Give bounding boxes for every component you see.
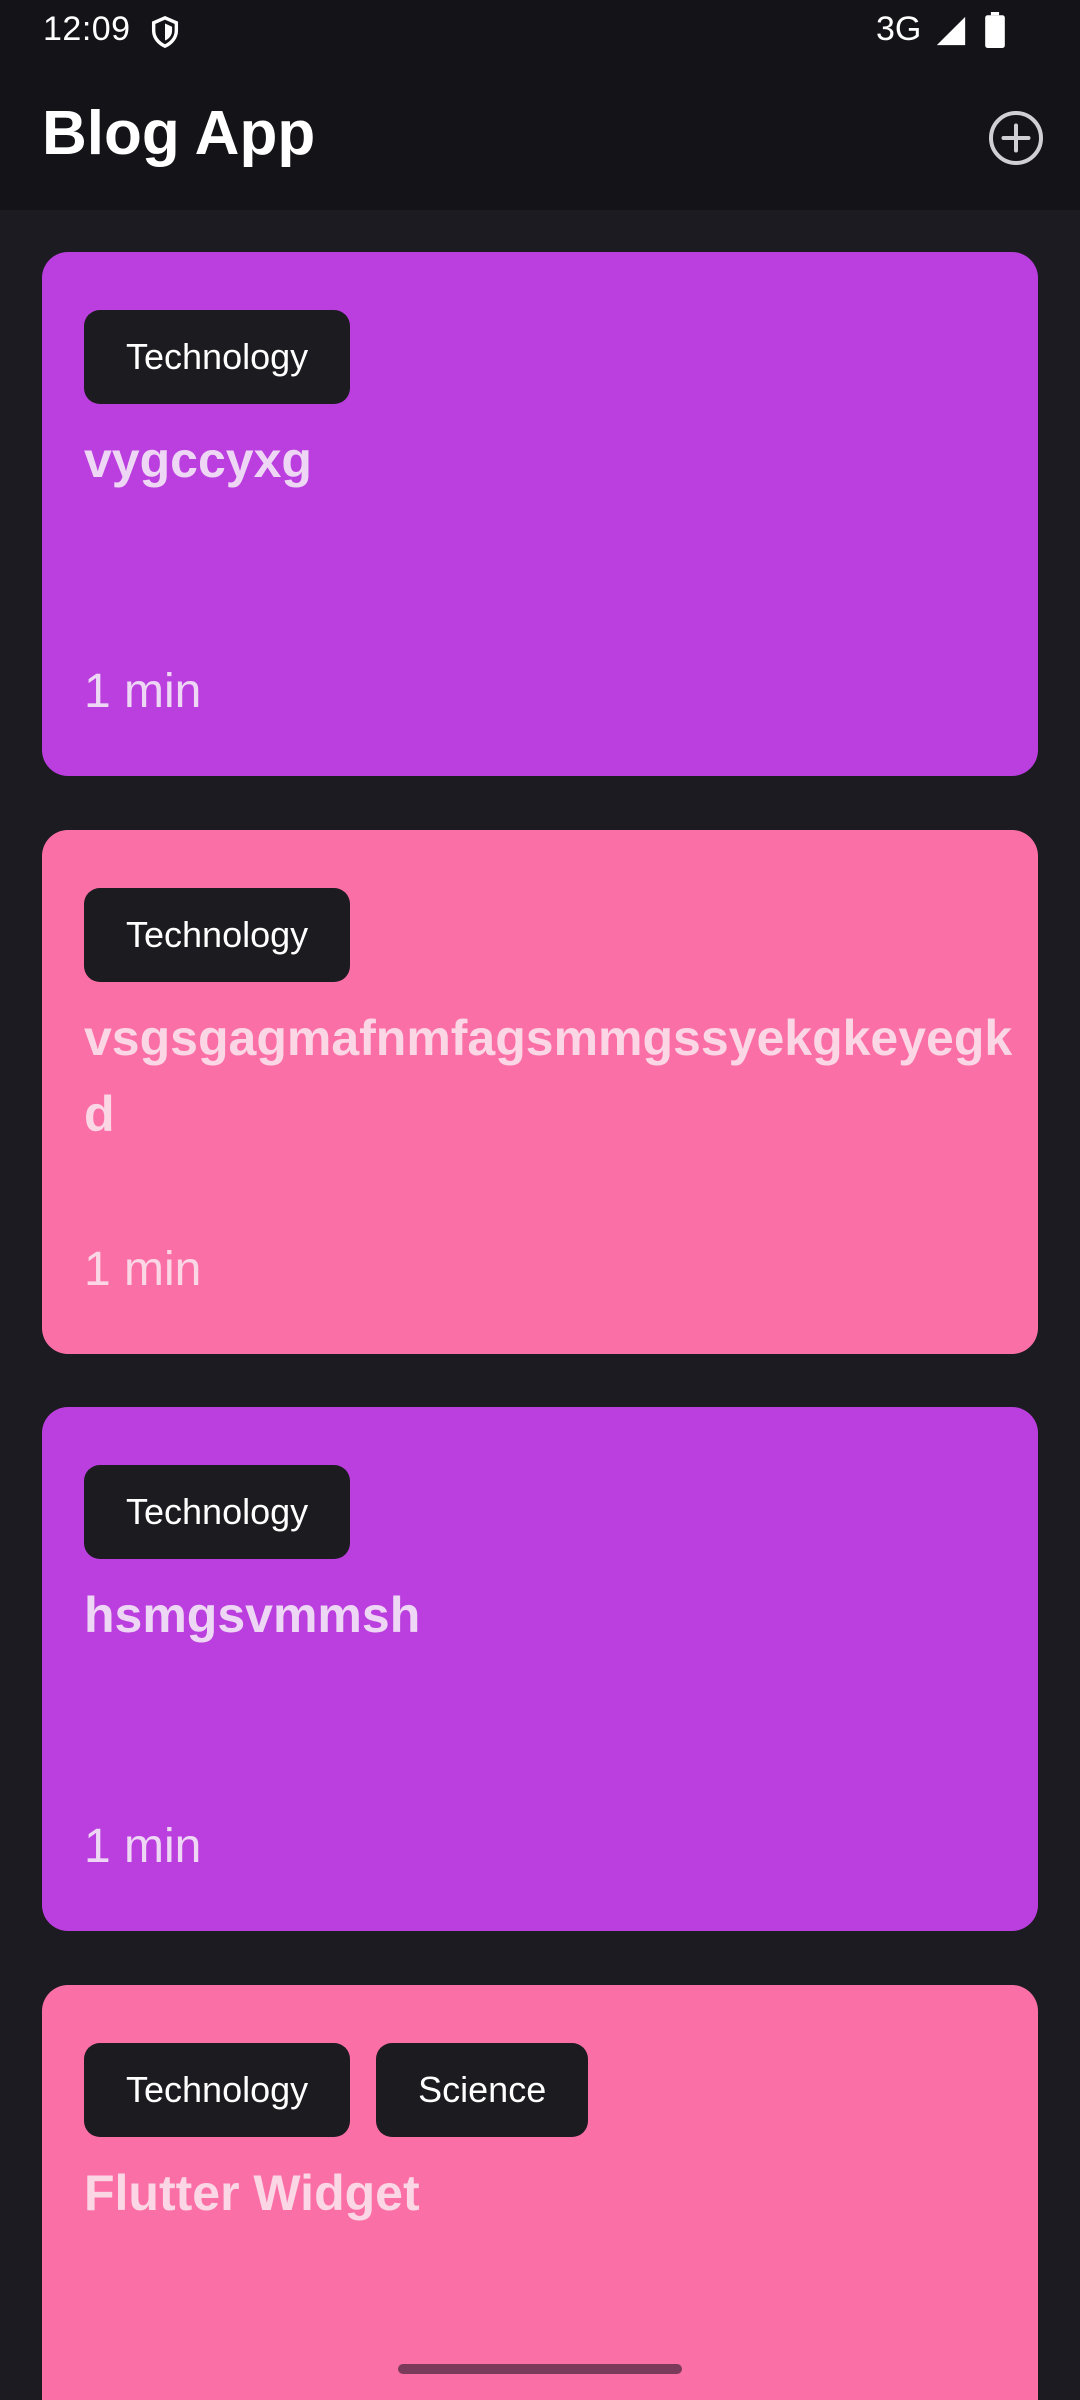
screen: 12:09 3G Blog App Technology vygccyxg 1 … — [0, 0, 1080, 2400]
tag-chip[interactable]: Technology — [84, 1465, 351, 1559]
status-bar: 12:09 3G — [0, 0, 1080, 62]
tag-list: Technology — [84, 888, 351, 982]
shield-icon — [151, 15, 179, 49]
post-card[interactable]: Technology Science Flutter Widget — [42, 1985, 1038, 2400]
post-title: hsmgsvmmsh — [84, 1587, 421, 1643]
add-circle-icon[interactable] — [986, 108, 1046, 168]
status-time: 12:09 — [43, 10, 131, 48]
app-title: Blog App — [42, 99, 316, 168]
post-card[interactable]: Technology hsmgsvmmsh 1 min — [42, 1407, 1038, 1931]
tag-list: Technology — [84, 1465, 351, 1559]
network-type: 3G — [876, 10, 922, 48]
post-card[interactable]: Technology vygccyxg 1 min — [42, 252, 1038, 776]
post-title: vsgsgagmafnmfagsmmgssyekgkeyegkd — [84, 1010, 1013, 1142]
post-title: Flutter Widget — [84, 2165, 420, 2221]
read-time: 1 min — [84, 1820, 202, 1873]
app-bar: Blog App — [0, 62, 1080, 210]
battery-full-icon — [985, 12, 1005, 48]
tag-chip[interactable]: Technology — [84, 2043, 351, 2137]
post-card[interactable]: Technology vsgsgagmafnmfagsmmgssyekgkeye… — [42, 830, 1038, 1354]
cell-signal-icon — [936, 16, 966, 46]
home-indicator[interactable] — [398, 2364, 682, 2374]
post-title: vygccyxg — [84, 432, 312, 488]
tag-list: Technology — [84, 310, 351, 404]
tag-list: Technology Science — [84, 2043, 589, 2137]
tag-chip[interactable]: Science — [376, 2043, 589, 2137]
read-time: 1 min — [84, 665, 202, 718]
tag-chip[interactable]: Technology — [84, 888, 351, 982]
read-time: 1 min — [84, 1243, 202, 1296]
tag-chip[interactable]: Technology — [84, 310, 351, 404]
